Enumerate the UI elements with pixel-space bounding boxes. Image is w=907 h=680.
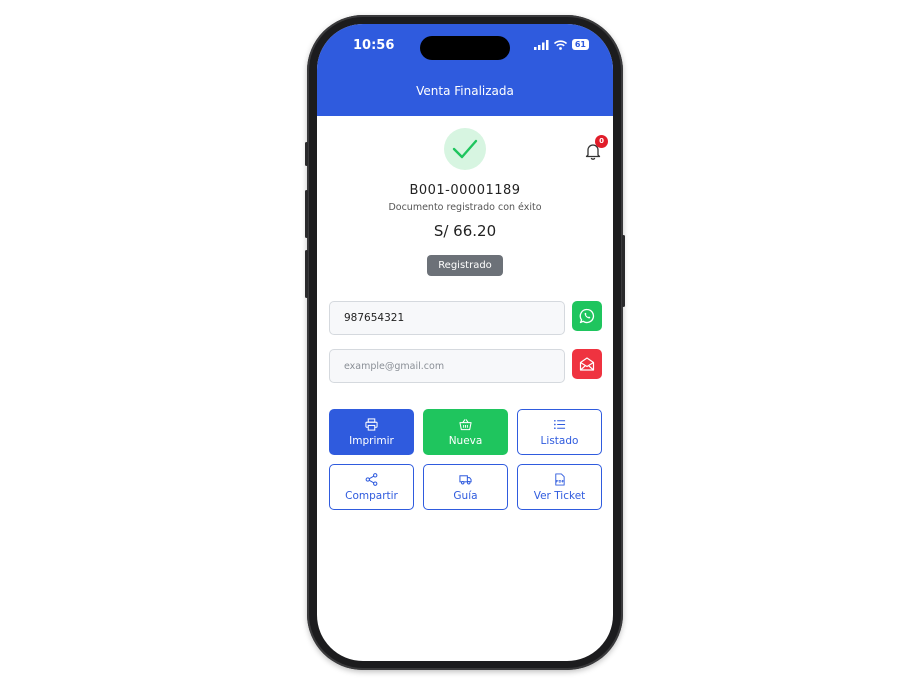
whatsapp-icon bbox=[579, 308, 595, 324]
mute-switch bbox=[305, 142, 308, 166]
new-label: Nueva bbox=[448, 434, 483, 447]
status-icons: 61 bbox=[533, 39, 589, 50]
guide-label: Guía bbox=[453, 489, 478, 502]
envelope-open-icon bbox=[579, 357, 595, 371]
status-badge: Registrado bbox=[427, 255, 503, 276]
battery-level: 61 bbox=[571, 39, 589, 50]
share-label: Compartir bbox=[345, 489, 398, 502]
list-icon bbox=[554, 419, 566, 429]
share-icon bbox=[365, 472, 378, 486]
truck-icon bbox=[459, 474, 472, 484]
app-header: 10:56 61 Venta Finalizada bbox=[317, 24, 613, 116]
email-send-button[interactable] bbox=[572, 349, 602, 379]
view-ticket-button[interactable]: PDF Ver Ticket bbox=[517, 464, 602, 510]
wifi-icon bbox=[553, 39, 567, 50]
phone-screen: 10:56 61 Venta Finalizada 0 B001-0000118… bbox=[317, 24, 613, 661]
notification-badge: 0 bbox=[595, 135, 608, 148]
pdf-icon: PDF bbox=[555, 472, 565, 486]
list-label: Listado bbox=[540, 434, 579, 447]
phone-input[interactable] bbox=[329, 301, 565, 335]
check-icon bbox=[452, 139, 478, 159]
success-indicator bbox=[444, 128, 486, 170]
phone-frame: 10:56 61 Venta Finalizada 0 B001-0000118… bbox=[305, 15, 625, 670]
basket-icon bbox=[459, 418, 472, 430]
sale-amount: S/ 66.20 bbox=[433, 222, 497, 240]
printer-icon bbox=[365, 417, 378, 431]
print-button[interactable]: Imprimir bbox=[329, 409, 414, 455]
power-button bbox=[622, 235, 625, 307]
new-sale-button[interactable]: Nueva bbox=[423, 409, 508, 455]
svg-text:PDF: PDF bbox=[556, 479, 565, 483]
volume-down-button bbox=[305, 250, 308, 298]
status-time: 10:56 bbox=[353, 38, 395, 53]
share-button[interactable]: Compartir bbox=[329, 464, 414, 510]
document-number: B001-00001189 bbox=[409, 183, 521, 198]
list-button[interactable]: Listado bbox=[517, 409, 602, 455]
guide-button[interactable]: Guía bbox=[423, 464, 508, 510]
signal-icon bbox=[533, 39, 549, 50]
whatsapp-button[interactable] bbox=[572, 301, 602, 331]
print-label: Imprimir bbox=[349, 434, 394, 447]
email-input[interactable] bbox=[329, 349, 565, 383]
dynamic-island bbox=[420, 36, 510, 60]
volume-up-button bbox=[305, 190, 308, 238]
document-message: Documento registrado con éxito bbox=[388, 202, 542, 213]
page-title: Venta Finalizada bbox=[416, 84, 514, 98]
view-ticket-label: Ver Ticket bbox=[533, 489, 586, 502]
